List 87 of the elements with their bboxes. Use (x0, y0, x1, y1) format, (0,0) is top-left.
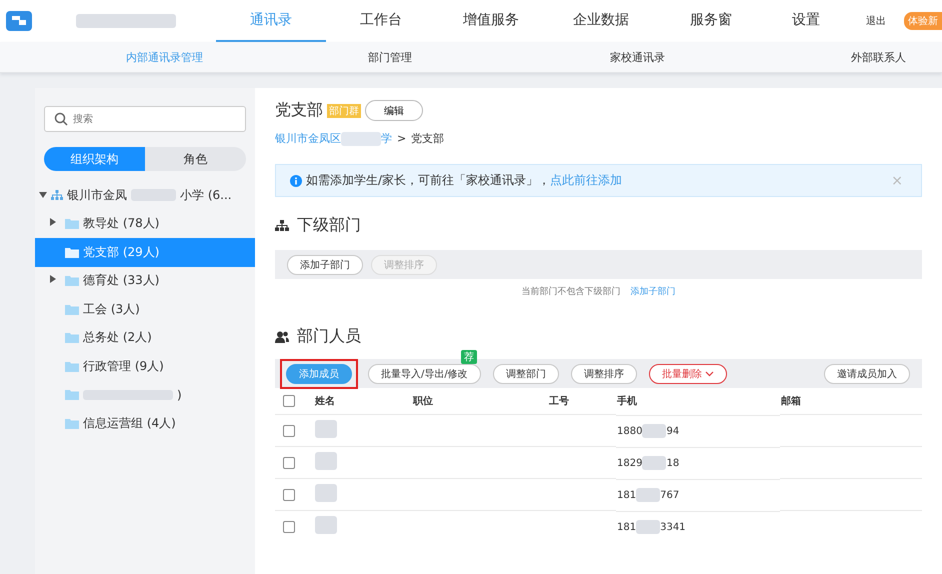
info-icon (290, 174, 302, 186)
section-title: 部门人员 (297, 326, 361, 347)
row-checkbox[interactable] (283, 424, 295, 436)
column-header: 姓名 (315, 396, 335, 407)
redacted-text (642, 456, 666, 470)
redacted-name (315, 516, 337, 534)
phone-text: 181 (617, 490, 636, 500)
toolbar-button[interactable]: 批量导入/导出/修改 (368, 364, 481, 384)
folder-icon (65, 360, 79, 372)
toolbar-button[interactable]: 调整排序 (570, 364, 637, 384)
tree-item-label: 工会 (3人) (83, 300, 140, 318)
redacted-text (341, 132, 381, 146)
people-icon (275, 330, 289, 342)
group-tag: 部门群 (327, 104, 361, 118)
column-header: 职位 (413, 396, 433, 407)
tree-item-label: 德育处 (33人) (83, 272, 160, 290)
nav-tab[interactable]: 设置 (766, 0, 846, 42)
nav-tab[interactable]: 服务窗 (656, 0, 766, 42)
folder-icon (65, 275, 79, 286)
phone-text: 18 (666, 458, 680, 468)
redacted-text (636, 488, 660, 502)
expand-arrow-icon[interactable] (49, 275, 57, 284)
row-checkbox[interactable] (283, 456, 295, 468)
phone-text: 94 (666, 426, 680, 436)
folder-icon (65, 246, 79, 258)
redacted-text (636, 520, 660, 534)
phone-text: 1880 (617, 426, 642, 436)
expand-arrow-icon[interactable] (49, 218, 57, 226)
row-checkbox[interactable] (283, 488, 295, 500)
tree-item[interactable]: 行政管理 (9人) (35, 352, 257, 380)
breadcrumb-current: 党支部 (411, 131, 444, 146)
org-chart-icon (51, 190, 63, 200)
toolbar-button[interactable]: 添加子部门 (287, 254, 363, 274)
invite-button[interactable]: 邀请成员加入 (824, 364, 910, 384)
tree-item[interactable]: ) (35, 380, 257, 409)
tree-item-label: 教导处 (78人) (83, 215, 160, 232)
nav-tab[interactable]: 工作台 (326, 0, 436, 42)
edit-button[interactable]: 编辑 (365, 100, 423, 121)
folder-icon (65, 218, 79, 230)
org-chart-icon (275, 220, 289, 231)
phone-text: 3341 (660, 522, 686, 532)
subnav-tab[interactable]: 家校通讯录 (610, 50, 665, 64)
subnav-tab[interactable]: 部门管理 (368, 50, 412, 64)
folder-icon (65, 332, 79, 344)
tree-item[interactable]: 总务处 (2人) (35, 324, 257, 352)
department-title: 党支部 (275, 100, 323, 121)
tree-item-label: 党支部 (29人) (83, 244, 160, 261)
tree-item-label: 总务处 (2人) (83, 329, 152, 346)
nav-tab[interactable]: 增值服务 (436, 0, 546, 42)
phone-text: 1829 (617, 458, 642, 468)
tree-item-label: 信息运营组 (4人) (83, 414, 176, 432)
column-header: 邮箱 (781, 396, 801, 407)
phone-text: 767 (660, 490, 680, 500)
folder-icon (65, 389, 79, 400)
tree-item[interactable]: 工会 (3人) (35, 295, 257, 324)
select-all-checkbox[interactable] (283, 395, 295, 407)
tree-item[interactable]: 德育处 (33人) (35, 266, 257, 295)
tree-item-label: 行政管理 (9人) (83, 358, 164, 375)
row-checkbox[interactable] (283, 520, 295, 533)
column-header: 工号 (549, 396, 569, 407)
redacted-name (315, 452, 337, 470)
subnav-tab[interactable]: 外部联系人 (851, 50, 906, 64)
tree-item-label: ) (177, 388, 182, 402)
logout-link[interactable]: 退出 (866, 14, 886, 28)
expand-toggle-icon[interactable] (39, 191, 47, 200)
search-field[interactable]: 搜索 (44, 106, 246, 132)
notice-text: 如需添加学生/家长，可前往「家校通讯录」，点此前往添加 (306, 172, 622, 189)
segment-tab[interactable]: 角色 (145, 147, 246, 171)
phone-text: 181 (617, 522, 636, 532)
redacted-name (315, 484, 337, 502)
toolbar-button[interactable]: 批量删除 (648, 364, 727, 384)
recommend-badge: 荐 (460, 350, 477, 364)
tree-item[interactable]: 教导处 (78人) (35, 210, 257, 238)
toolbar-button[interactable]: 调整部门 (492, 364, 559, 384)
column-header: 手机 (617, 396, 637, 408)
redacted-name (315, 420, 337, 438)
empty-message: 当前部门不包含下级部门 (522, 286, 620, 298)
folder-icon (65, 418, 79, 429)
section-title: 下级部门 (297, 215, 361, 236)
folder-icon (65, 304, 79, 315)
tree-label[interactable]: 小学 (6... (180, 186, 232, 204)
tree-item[interactable]: 信息运营组 (4人) (35, 409, 257, 438)
tree-label[interactable]: 银川市金凤 (67, 186, 127, 204)
nav-tab[interactable]: 企业数据 (546, 0, 656, 42)
breadcrumb-separator: > (397, 132, 406, 145)
chevron-down-icon (704, 370, 714, 376)
redacted-text (642, 424, 666, 438)
